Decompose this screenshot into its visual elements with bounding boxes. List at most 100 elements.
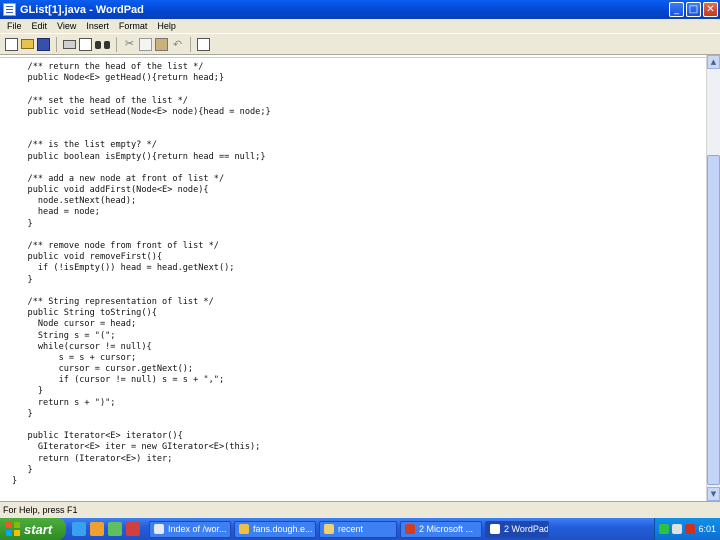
menu-help[interactable]: Help xyxy=(152,21,181,31)
copy-icon[interactable] xyxy=(139,37,152,51)
start-button[interactable]: start xyxy=(0,518,66,540)
system-tray: 6:01 xyxy=(654,518,720,540)
scroll-thumb[interactable] xyxy=(707,155,720,485)
app-launcher-icon[interactable] xyxy=(126,522,140,536)
code-line: String s = "("; xyxy=(12,330,116,341)
code-line: /** remove node from front of list */ xyxy=(12,241,219,251)
desktop-icon[interactable] xyxy=(108,522,122,536)
minimize-button[interactable]: _ xyxy=(669,2,684,17)
start-label: start xyxy=(24,521,53,537)
task-label: recent xyxy=(338,524,364,534)
code-line: public Iterator<E> iterator(){ xyxy=(12,431,183,442)
toolbar: ✂ ↶ xyxy=(0,33,720,55)
task-buttons: Index of /wor... fans.dough.e... recent 2 M… xyxy=(146,520,549,538)
code-line: } xyxy=(12,464,33,475)
toolbar-separator xyxy=(116,36,117,52)
save-disk-icon[interactable] xyxy=(37,37,50,51)
menu-format[interactable]: Format xyxy=(114,21,153,31)
code-line: return s + ")"; xyxy=(12,397,116,408)
code-line: s = s + cursor; xyxy=(12,352,137,363)
code-line: public String toString(){ xyxy=(12,308,157,319)
new-document-icon[interactable] xyxy=(5,37,18,51)
code-line: public Node<E> getHead(){return head;} xyxy=(12,73,225,84)
open-folder-icon[interactable] xyxy=(21,39,34,49)
document-text[interactable]: /** return the head of the list */ publi… xyxy=(12,62,702,487)
browser-icon[interactable] xyxy=(72,522,86,536)
task-app-icon xyxy=(490,524,500,534)
task-app-icon xyxy=(239,524,249,534)
taskbar-button[interactable]: 2 Microsoft ... xyxy=(400,520,482,538)
vertical-scrollbar[interactable]: ▲ ▼ xyxy=(706,55,720,501)
clock: 6:01 xyxy=(698,524,716,534)
code-line: /** is the list empty? */ xyxy=(12,140,157,151)
code-line: cursor = cursor.getNext(); xyxy=(12,364,194,375)
code-line: /** return the head of the list */ xyxy=(12,62,204,72)
code-line: GIterator<E> iter = new GIterator<E>(thi… xyxy=(12,442,261,453)
window-controls: _ □ ✕ xyxy=(669,2,718,17)
taskbar: start Index of /wor... fans.dough.e... rec… xyxy=(0,518,720,540)
menu-file[interactable]: File xyxy=(2,21,27,31)
document-area[interactable]: /** return the head of the list */ publi… xyxy=(0,55,720,501)
security-icon[interactable] xyxy=(685,524,696,534)
code-line: while(cursor != null){ xyxy=(12,341,152,352)
task-label: Index of /wor... xyxy=(168,524,227,534)
toolbar-separator xyxy=(56,36,57,52)
scroll-up-icon[interactable]: ▲ xyxy=(707,55,720,69)
task-label: fans.dough.e... xyxy=(253,524,313,534)
scroll-down-icon[interactable]: ▼ xyxy=(707,487,720,501)
code-line: head = node; xyxy=(12,207,100,218)
code-line: } xyxy=(12,274,33,285)
wordpad-icon xyxy=(3,3,16,16)
code-line: public void setHead(Node<E> node){head =… xyxy=(12,106,271,117)
window-title: GList[1].java - WordPad xyxy=(20,3,144,16)
code-line: public boolean isEmpty(){return head == … xyxy=(12,151,266,162)
code-line: public void removeFirst(){ xyxy=(12,252,163,263)
menu-edit[interactable]: Edit xyxy=(27,21,53,31)
date-time-icon[interactable] xyxy=(197,37,210,51)
title-bar[interactable]: GList[1].java - WordPad _ □ ✕ xyxy=(0,0,720,19)
menu-insert[interactable]: Insert xyxy=(81,21,114,31)
menu-view[interactable]: View xyxy=(52,21,81,31)
paste-icon[interactable] xyxy=(155,37,168,51)
task-label: 2 Microsoft ... xyxy=(419,524,474,534)
print-preview-icon[interactable] xyxy=(79,37,92,51)
code-line: /** set the head of the list */ xyxy=(12,95,188,106)
undo-icon[interactable]: ↶ xyxy=(171,38,184,51)
code-line: public void addFirst(Node<E> node){ xyxy=(12,185,209,196)
taskbar-button[interactable]: Index of /wor... xyxy=(149,520,231,538)
code-line: if (cursor != null) s = s + ","; xyxy=(12,375,225,386)
status-bar: For Help, press F1 xyxy=(0,501,720,518)
media-player-icon[interactable] xyxy=(90,522,104,536)
maximize-button[interactable]: □ xyxy=(686,2,701,17)
print-icon[interactable] xyxy=(63,39,76,49)
code-line: /** add a new node at front of list */ xyxy=(12,173,225,184)
cut-scissors-icon[interactable]: ✂ xyxy=(123,38,136,51)
close-button[interactable]: ✕ xyxy=(703,2,718,17)
taskbar-button[interactable]: 2 WordPad xyxy=(485,520,549,538)
code-line: } xyxy=(12,408,33,419)
windows-logo-icon xyxy=(6,522,20,536)
code-line: return (Iterator<E>) iter; xyxy=(12,453,173,464)
volume-icon[interactable] xyxy=(672,524,683,534)
code-line: /** String representation of list */ xyxy=(12,296,214,307)
document-top-edge xyxy=(0,55,706,58)
network-icon[interactable] xyxy=(659,524,670,534)
code-line: if (!isEmpty()) head = head.getNext(); xyxy=(12,263,235,274)
task-app-icon xyxy=(405,524,415,534)
taskbar-button[interactable]: recent xyxy=(319,520,397,538)
code-line: } xyxy=(12,475,18,486)
quick-launch xyxy=(66,522,146,536)
task-app-icon xyxy=(154,524,164,534)
code-line: } xyxy=(12,386,44,397)
taskbar-button[interactable]: fans.dough.e... xyxy=(234,520,316,538)
menu-bar: File Edit View Insert Format Help xyxy=(0,19,720,33)
status-text: For Help, press F1 xyxy=(3,505,78,515)
find-binoculars-icon[interactable] xyxy=(95,38,110,51)
